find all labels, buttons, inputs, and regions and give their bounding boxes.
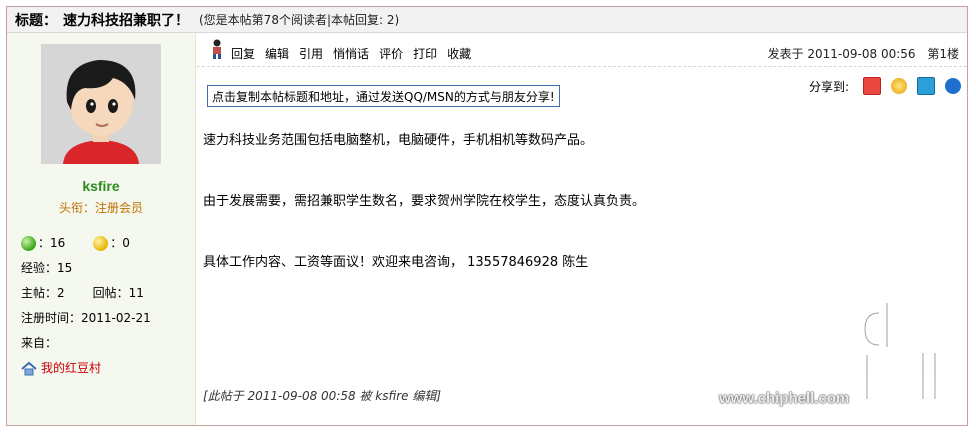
share-label: 分享到: — [808, 79, 849, 94]
author-sidebar: ksfire 头衔：注册会员 ：16 ：0 经验：15 主帖：2 回帖：11 注… — [7, 33, 196, 425]
share-icon-4[interactable] — [945, 78, 961, 94]
print-button[interactable]: 打印 — [413, 45, 437, 62]
avatar[interactable] — [41, 44, 161, 164]
exp-row: 经验：15 — [21, 261, 73, 275]
thread-info: (您是本帖第78个阅读者|本帖回复: 2) — [199, 13, 400, 27]
post-floor: 第1楼 — [927, 47, 959, 61]
copy-link-button[interactable]: 点击复制本帖标题和地址，通过发送QQ/MSN的方式与朋友分享! — [207, 85, 560, 107]
posts-count: 主帖：2 — [21, 286, 65, 300]
watermark-url: www.chiphell.com — [719, 390, 850, 407]
private-message-button[interactable]: 悄悄话 — [333, 45, 369, 62]
post-paragraph: 速力科技业务范围包括电脑整机，电脑硬件，手机相机等数码产品。 — [203, 133, 594, 148]
thread-title-label: 标题： — [15, 12, 57, 29]
site-watermark: www.chiphell.com — [719, 295, 959, 415]
share-icon-3[interactable] — [917, 77, 935, 95]
author-name[interactable]: ksfire — [7, 178, 195, 194]
quote-button[interactable]: 引用 — [299, 45, 323, 62]
edit-note: [此帖于 2011-09-08 00:58 被 ksfire 编辑] — [203, 389, 442, 403]
post-paragraph: 具体工作内容、工资等面议！欢迎来电咨询， 13557846928 陈生 — [203, 255, 589, 270]
post-body: 速力科技业务范围包括电脑整机，电脑硬件，手机相机等数码产品。 由于发展需要，需招… — [203, 131, 645, 314]
thread-title: 速力科技招兼职了！ — [63, 12, 189, 29]
replies-count: 回帖：11 — [92, 286, 144, 300]
share-bar: 分享到: — [809, 77, 961, 95]
home-row[interactable]: 我的红豆村 — [21, 356, 151, 381]
green-count: ：16 — [38, 236, 66, 250]
person-icon — [213, 39, 221, 59]
post-main: 回复 编辑 引用 悄悄话 评价 打印 收藏 发表于 2011-09-08 00:… — [197, 33, 967, 425]
edit-button[interactable]: 编辑 — [265, 45, 289, 62]
from-row: 来自： — [21, 336, 58, 350]
home-link[interactable]: 我的红豆村 — [41, 356, 101, 381]
share-icon-2[interactable] — [891, 78, 907, 94]
post-meta: 发表于 2011-09-08 00:56 第1楼 — [768, 45, 959, 62]
reply-button[interactable]: 回复 — [231, 45, 255, 62]
register-row: 注册时间：2011-02-21 — [21, 311, 151, 325]
home-icon — [21, 361, 37, 375]
posts-row: 主帖：2 回帖：11 — [21, 281, 151, 306]
points-row: ：16 ：0 — [21, 231, 151, 256]
author-stats: ：16 ：0 经验：15 主帖：2 回帖：11 注册时间：2011-02-21 … — [21, 231, 151, 381]
green-ball-icon — [21, 236, 36, 251]
favorite-button[interactable]: 收藏 — [447, 45, 471, 62]
post-date: 发表于 2011-09-08 00:56 — [767, 47, 916, 61]
post-frame: 标题： 速力科技招兼职了！ (您是本帖第78个阅读者|本帖回复: 2) ksfi… — [6, 6, 968, 426]
share-icon-1[interactable] — [863, 77, 881, 95]
post-paragraph: 由于发展需要，需招兼职学生数名，要求贺州学院在校学生，态度认真负责。 — [203, 194, 646, 209]
rate-button[interactable]: 评价 — [379, 45, 403, 62]
post-toolbar: 回复 编辑 引用 悄悄话 评价 打印 收藏 发表于 2011-09-08 00:… — [197, 33, 967, 67]
yellow-ball-icon — [93, 236, 109, 251]
toolbar-actions: 回复 编辑 引用 悄悄话 评价 打印 收藏 — [231, 45, 481, 62]
yellow-count: ：0 — [110, 236, 130, 250]
author-rank: 头衔：注册会员 — [58, 201, 143, 215]
thread-titlebar: 标题： 速力科技招兼职了！ (您是本帖第78个阅读者|本帖回复: 2) — [7, 7, 967, 33]
